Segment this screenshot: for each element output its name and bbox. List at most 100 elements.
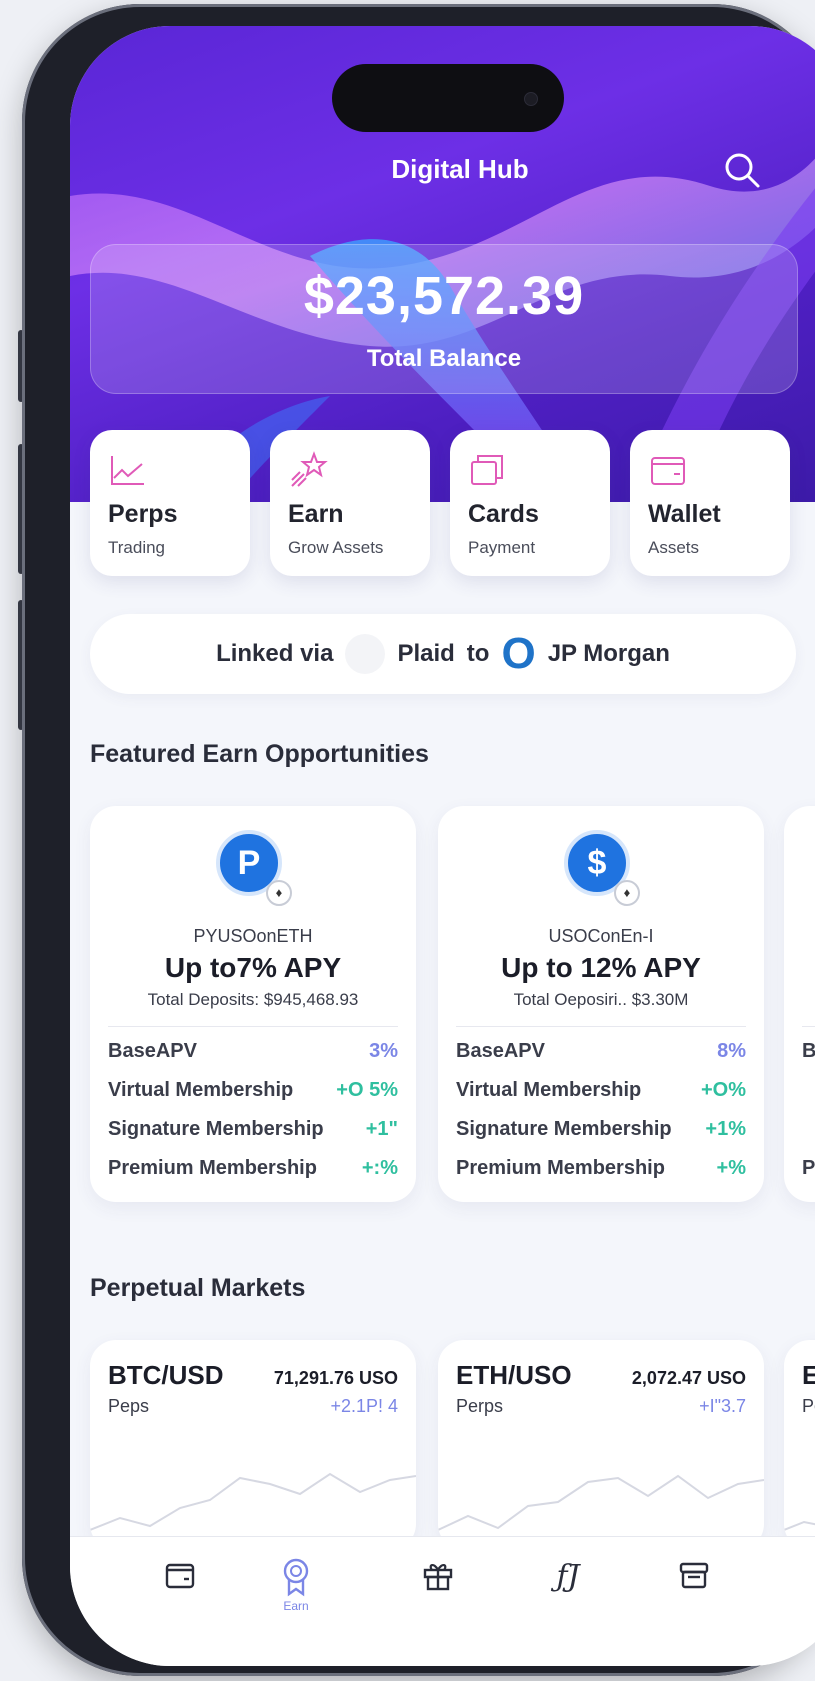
perp-pair: BTC/USD — [108, 1360, 224, 1390]
perp-pair: ET — [802, 1360, 815, 1390]
rate-label: Ba — [802, 1040, 815, 1062]
rate-value: 8% — [717, 1040, 746, 1062]
tile-sublabel: Payment — [468, 538, 536, 557]
rate-label: BaseAPV — [108, 1040, 197, 1062]
sparkline-chart — [438, 1474, 764, 1531]
linked-account-bar[interactable]: Linked via Plaid to O JP Morgan — [90, 614, 796, 694]
rate-value: +O% — [700, 1079, 746, 1101]
rate-row-premium: Premium Membership +% — [456, 1153, 746, 1185]
sparkline-chart — [784, 1520, 815, 1531]
perp-type: Peps — [108, 1396, 150, 1416]
perpetual-section-title: Perpetual Markets — [90, 1274, 306, 1302]
perp-pair: ETH/USO — [456, 1360, 572, 1390]
plaid-label: Plaid — [397, 640, 455, 667]
phone-frame: Digital Hub $23,572.39 Total Balance Per… — [22, 4, 815, 1676]
bank-name: JP Morgan — [547, 640, 670, 667]
linked-via-label: Linked via — [216, 640, 334, 667]
rate-row-virtual: Virtual Membership +O% — [456, 1075, 746, 1107]
rate-row-premium: Premium Membership +:% — [108, 1153, 398, 1185]
perp-card-btc[interactable]: BTC/USD 71,291.76 USO Peps +2.1P! 4 — [90, 1340, 416, 1550]
ethereum-badge-icon: ♦ — [614, 880, 640, 906]
earn-asset-name: PYUSOonETH — [193, 926, 313, 946]
perp-card-partial[interactable]: ET Per — [784, 1340, 815, 1550]
linked-to-label: to — [466, 640, 490, 667]
search-button[interactable] — [720, 148, 764, 192]
divider — [108, 1026, 398, 1027]
sparkline-chart — [90, 1472, 416, 1531]
earn-total-deposits: Total Deposits: $945,468.93 — [147, 990, 359, 1009]
plaid-logo — [345, 634, 386, 674]
wallet-icon — [165, 1563, 195, 1589]
perp-change: +2.1P! 4 — [330, 1396, 398, 1416]
nav-gift[interactable] — [398, 1557, 478, 1627]
sparkle-star-icon — [291, 451, 328, 487]
rate-row-base: BaseAPV 3% — [108, 1036, 398, 1068]
tile-label: Perps — [108, 500, 178, 528]
front-camera — [524, 92, 538, 106]
app-screen: Digital Hub $23,572.39 Total Balance Per… — [70, 26, 815, 1666]
rate-row-signature: Signature Membership +1" — [108, 1114, 398, 1146]
rate-label: Pr — [802, 1157, 815, 1179]
rate-value: +1" — [365, 1118, 398, 1140]
earn-badge-icon — [283, 1558, 309, 1597]
total-balance-label: Total Balance — [366, 345, 522, 372]
tile-perps[interactable]: Perps Trading — [90, 430, 250, 576]
divider — [456, 1026, 746, 1027]
earn-apy: Up to 12% APY — [501, 952, 701, 983]
nav-store[interactable] — [654, 1557, 734, 1627]
gift-icon — [423, 1564, 453, 1591]
cards-icon — [471, 455, 503, 485]
nav-label: Earn — [283, 1599, 309, 1613]
perp-type: Perps — [456, 1396, 504, 1416]
earn-card-usdc[interactable]: $ ♦ USOConEn-I Up to 12% APY Total Oepos… — [438, 806, 764, 1202]
fj-glyph-icon: ƒJ — [556, 1559, 580, 1594]
rate-row-base: BaseAPV 8% — [456, 1036, 746, 1068]
ethereum-badge-icon: ♦ — [266, 880, 292, 906]
perp-price: 2,072.47 USO — [631, 1368, 746, 1388]
tile-wallet[interactable]: Wallet Assets — [630, 430, 790, 576]
rate-label: Virtual Membership — [456, 1079, 642, 1101]
rate-value: 3% — [369, 1040, 398, 1062]
bottom-nav: Earn ƒJ — [70, 1536, 815, 1666]
rate-value: +:% — [361, 1157, 398, 1179]
tile-sublabel: Assets — [648, 538, 700, 557]
rate-value: +1% — [705, 1118, 746, 1140]
tile-sublabel: Grow Assets — [288, 538, 384, 557]
rate-value: +% — [716, 1157, 746, 1179]
perp-change: +I"3.7 — [699, 1396, 746, 1416]
rate-label: Signature Membership — [456, 1118, 672, 1140]
earn-card-partial[interactable]: Ba Pr — [784, 806, 815, 1202]
tile-label: Earn — [288, 500, 344, 528]
rate-label: Signature Membership — [108, 1118, 324, 1140]
rate-label: Premium Membership — [456, 1157, 665, 1179]
rate-label: BaseAPV — [456, 1040, 545, 1062]
page-title: Digital Hub — [391, 154, 529, 184]
tile-label: Wallet — [648, 500, 721, 528]
rate-row-signature: Signature Membership +1% — [456, 1114, 746, 1146]
tile-sublabel: Trading — [108, 538, 166, 557]
rate-label: Virtual Membership — [108, 1079, 294, 1101]
perp-price: 71,291.76 USO — [273, 1368, 398, 1388]
tile-cards[interactable]: Cards Payment — [450, 430, 610, 576]
nav-earn[interactable]: Earn — [256, 1557, 336, 1627]
earn-total-deposits: Total Oeposiri.. $3.30M — [513, 990, 689, 1009]
perp-type: Per — [802, 1396, 815, 1416]
rate-row-premium: Pr — [802, 1153, 815, 1185]
balance-card: $23,572.39 Total Balance — [90, 244, 798, 394]
rate-value: +O 5% — [336, 1079, 398, 1101]
dynamic-island — [332, 64, 564, 132]
rate-row-virtual: Virtual Membership +O 5% — [108, 1075, 398, 1107]
featured-section-title: Featured Earn Opportunities — [90, 740, 429, 768]
tile-earn[interactable]: Earn Grow Assets — [270, 430, 430, 576]
store-icon — [679, 1562, 709, 1589]
bank-logo-icon: O — [501, 629, 536, 678]
earn-apy: Up to7% APY — [164, 952, 342, 983]
earn-card-pyusd[interactable]: P ♦ PYUSOonETH Up to7% APY Total Deposit… — [90, 806, 416, 1202]
nav-fj[interactable]: ƒJ — [528, 1557, 608, 1627]
earn-asset-name: USOConEn-I — [548, 926, 654, 946]
tile-label: Cards — [468, 500, 539, 528]
divider — [802, 1026, 815, 1027]
perp-card-eth[interactable]: ETH/USO 2,072.47 USO Perps +I"3.7 — [438, 1340, 764, 1550]
nav-wallet[interactable] — [140, 1557, 220, 1627]
rate-row-base: Ba — [802, 1036, 815, 1068]
